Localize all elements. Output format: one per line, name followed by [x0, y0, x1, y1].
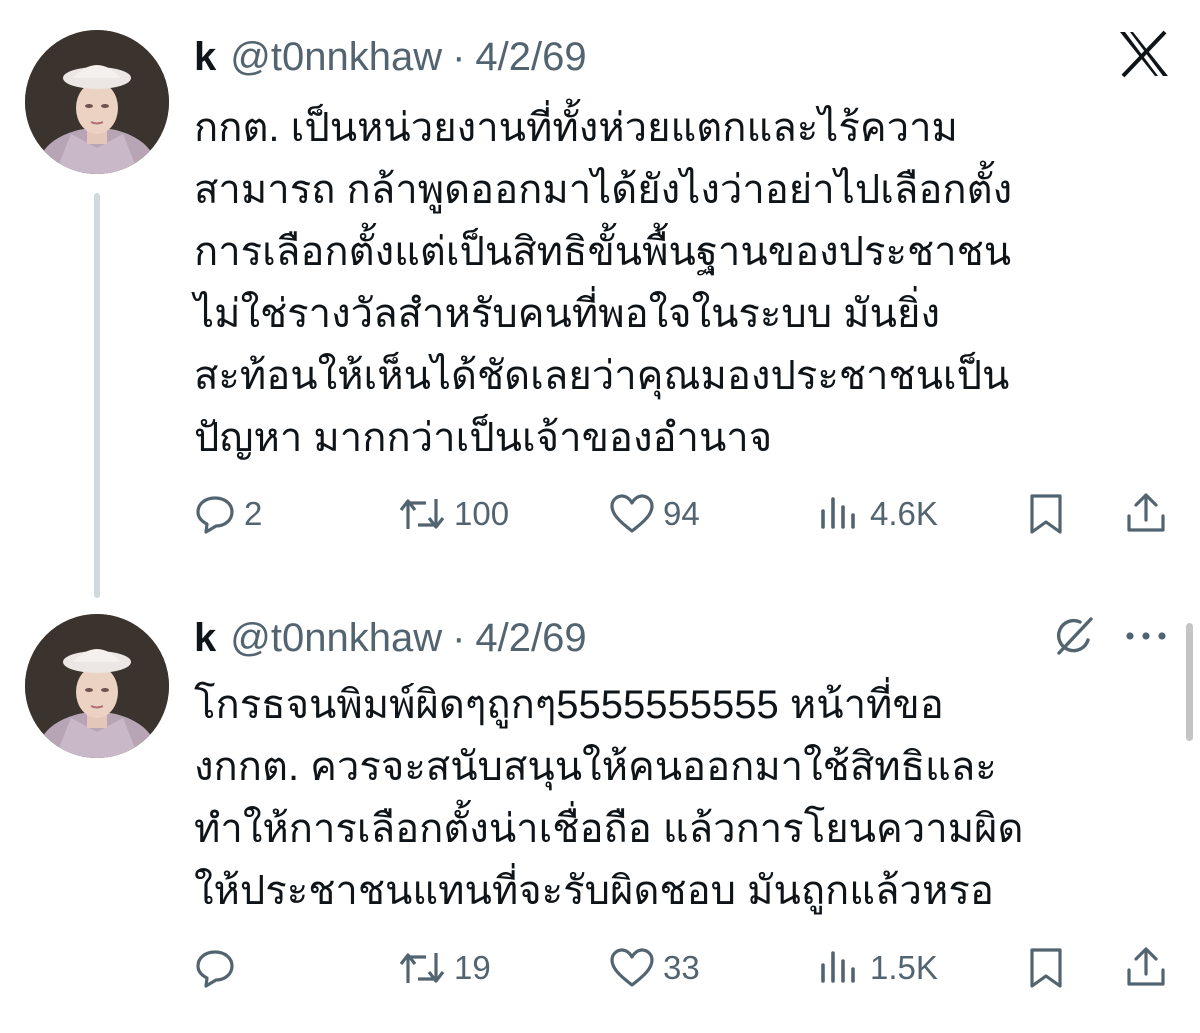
like-button[interactable]: 33 — [609, 938, 700, 998]
avatar-image — [25, 614, 169, 758]
avatar[interactable] — [25, 614, 169, 758]
tweet-text-line: โกรธจนพิมพ์ผิดๆถูกๆ5555555555 หน้าที่ขอ — [194, 683, 944, 727]
bookmark-button[interactable] — [1026, 938, 1066, 998]
tweet-text-line: กกต. เป็นหน่วยงานที่ทั้งห่วยแตกและไร้ควา… — [194, 106, 958, 150]
bookmark-button[interactable] — [1026, 484, 1066, 544]
tweet-2[interactable]: k @t0nnkhaw · 4/2/69 โกรธจนพิมพ์ผิดๆถูกๆ… — [0, 598, 1200, 1033]
display-name[interactable]: k — [194, 35, 216, 80]
separator-dot: · — [452, 34, 466, 79]
tweet-date[interactable]: 4/2/69 — [475, 35, 586, 80]
like-count: 94 — [663, 495, 700, 532]
like-icon — [610, 948, 654, 987]
display-name[interactable]: k — [194, 616, 216, 661]
views-icon — [821, 497, 855, 529]
tweet-header: k @t0nnkhaw · 4/2/69 — [194, 27, 587, 87]
repost-icon — [399, 953, 445, 983]
tweet-text-line: สามารถ กล้าพูดออกมาได้ยังไงว่าอย่าไปเลือ… — [194, 168, 1013, 212]
reply-button[interactable]: 2 — [194, 484, 262, 544]
action-bar: 2 100 94 4.6K — [0, 484, 1200, 544]
repost-button[interactable]: 19 — [398, 938, 491, 998]
repost-button[interactable]: 100 — [398, 484, 509, 544]
bookmark-icon — [1030, 494, 1062, 534]
tweet-text-line: สะท้อนให้เห็นได้ชัดเลยว่าคุณมองประชาชนเป… — [194, 354, 1010, 398]
tweet-text-line: งกกต. ควรจะสนับสนุนให้คนออกมาใช้สิทธิและ — [194, 745, 997, 789]
share-button[interactable] — [1124, 484, 1168, 544]
action-bar: 19 33 1.5K — [0, 938, 1200, 998]
more-icon[interactable] — [1122, 612, 1170, 660]
reply-count: 2 — [244, 495, 263, 532]
like-button[interactable]: 94 — [609, 484, 700, 544]
tweet-text: โกรธจนพิมพ์ผิดๆถูกๆ5555555555 หน้าที่ขอ … — [194, 674, 1184, 922]
views-count: 4.6K — [870, 495, 938, 532]
tweet-1[interactable]: k @t0nnkhaw · 4/2/69 กกต. เป็นหน่วยงานที… — [0, 0, 1200, 598]
repost-count: 100 — [454, 495, 510, 532]
tweet-text: กกต. เป็นหน่วยงานที่ทั้งห่วยแตกและไร้ควา… — [194, 97, 1184, 469]
like-icon — [610, 494, 654, 533]
user-handle[interactable]: @t0nnkhaw — [230, 35, 442, 80]
share-button[interactable] — [1124, 938, 1168, 998]
repost-icon — [399, 499, 445, 529]
avatar[interactable] — [25, 30, 169, 174]
avatar-image — [25, 30, 169, 174]
tweet-text-line: ปัญหา มากกว่าเป็นเจ้าของอำนาจ — [194, 416, 773, 460]
like-count: 33 — [663, 949, 700, 986]
reply-icon — [196, 496, 234, 534]
bookmark-icon — [1030, 948, 1062, 988]
tweet-text-line: ไม่ใช่รางวัลสำหรับคนที่พอใจในระบบ มันยิ่… — [194, 292, 940, 336]
tweet-header: k @t0nnkhaw · 4/2/69 — [194, 608, 587, 668]
tweet-text-line: การเลือกตั้งแต่เป็นสิทธิขั้นพื้นฐานของปร… — [194, 230, 1012, 274]
tweet-text-line: ทำให้การเลือกตั้งน่าเชื่อถือ แล้วการโยนค… — [194, 807, 1024, 851]
scrollbar[interactable] — [1186, 623, 1193, 741]
share-icon — [1127, 947, 1165, 986]
share-icon — [1127, 493, 1165, 532]
views-button[interactable]: 1.5K — [818, 938, 938, 998]
views-icon — [821, 951, 855, 983]
views-button[interactable]: 4.6K — [818, 484, 938, 544]
separator-dot: · — [452, 615, 466, 660]
grok-icon[interactable] — [1050, 612, 1098, 660]
user-handle[interactable]: @t0nnkhaw — [230, 616, 442, 661]
views-count: 1.5K — [870, 949, 938, 986]
x-logo-icon — [1118, 30, 1170, 78]
tweet-text-line: ให้ประชาชนแทนที่จะรับผิดชอบ มันถูกแล้วหร… — [194, 869, 994, 913]
reply-button[interactable] — [194, 938, 244, 998]
tweet-date[interactable]: 4/2/69 — [475, 616, 586, 661]
repost-count: 19 — [454, 949, 491, 986]
reply-icon — [196, 950, 234, 988]
